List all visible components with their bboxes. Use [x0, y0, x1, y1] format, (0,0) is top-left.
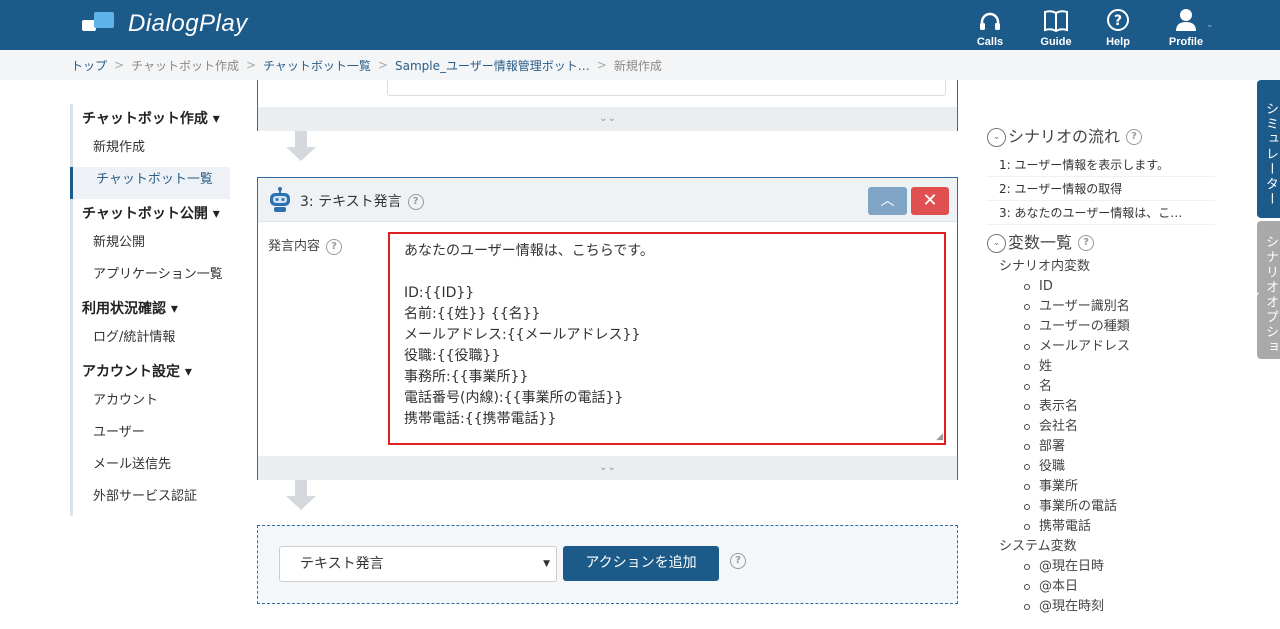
variable-item[interactable]: 事業所の電話 [987, 497, 1227, 517]
breadcrumb-current: 新規作成 [613, 58, 662, 73]
scenario-vars-label: シナリオ内変数 [999, 259, 1091, 274]
nav-help-label: Help [1106, 36, 1130, 48]
svg-text:?: ? [1114, 13, 1122, 29]
utterance-field-label: 発言内容? [268, 235, 343, 255]
collapse-chevron-icon[interactable]: ⌄ [987, 127, 1006, 147]
resize-handle-icon[interactable]: ◢ [936, 433, 943, 442]
sidebar-item-external-auth[interactable]: 外部サービス認証 [73, 484, 230, 516]
collapse-chevron-icon[interactable]: ⌄ [987, 233, 1006, 253]
sidebar-item-bot-list[interactable]: チャットボット一覧 [70, 167, 230, 199]
sidebar-item-mail[interactable]: メール送信先 [73, 452, 230, 484]
sidebar-item-new-publish[interactable]: 新規公開 [73, 230, 230, 262]
variable-item[interactable]: ユーザーの種類 [987, 317, 1227, 337]
scenario-options-tab[interactable]: シナリオオプション [1244, 221, 1280, 359]
help-icon: ? [1088, 6, 1148, 32]
sidebar-item-users[interactable]: ユーザー [73, 420, 230, 452]
help-icon[interactable]: ? [1126, 129, 1143, 145]
sidebar-item-account[interactable]: アカウント [73, 388, 230, 420]
flow-item[interactable]: 3: あなたのユーザー情報は、こ… [987, 201, 1215, 225]
variable-item[interactable]: 表示名 [987, 397, 1227, 417]
sidebar-item-app-list[interactable]: アプリケーション一覧 [73, 262, 230, 294]
sidebar-section-usage[interactable]: 利用状況確認 ▾ [73, 294, 230, 325]
system-vars-label: システム変数 [999, 539, 1077, 554]
sidebar-item-new[interactable]: 新規作成 [73, 135, 230, 167]
text-action-block: 3: テキスト発言? ︿ ✕ 発言内容? あなたのユーザー情報は、こちらです。 … [257, 177, 958, 480]
nav-guide-label: Guide [1040, 36, 1072, 48]
variable-item[interactable]: 携帯電話 [987, 517, 1227, 537]
variable-item[interactable]: 会社名 [987, 417, 1227, 437]
action-block-header: 3: テキスト発言? ︿ ✕ [258, 178, 957, 222]
logo-icon [82, 10, 116, 38]
action-block-title: 3: テキスト発言? [300, 191, 424, 211]
breadcrumb-top[interactable]: トップ [71, 57, 107, 74]
logo[interactable]: DialogPlay [82, 10, 248, 38]
action-type-select[interactable]: テキスト発言 ▼ [279, 546, 557, 582]
right-panel: ⌄ シナリオの流れ? 1: ユーザー情報を表示します。 2: ユーザー情報の取得 … [987, 125, 1227, 617]
sidebar-section-create[interactable]: チャットボット作成 ▾ [73, 104, 230, 135]
app-header: DialogPlay Calls Guide ? Help Profile ⌄ [0, 0, 1280, 50]
sidebar-section-publish[interactable]: チャットボット公開 ▾ [73, 199, 230, 230]
nav-help[interactable]: ? Help [1088, 6, 1148, 48]
add-action-block: テキスト発言 ▼ アクションを追加 ? [257, 525, 958, 604]
variable-item[interactable]: @本日 [987, 577, 1227, 597]
variable-item[interactable]: メールアドレス [987, 337, 1227, 357]
expand-chevron-icon[interactable]: ⌄⌄ [258, 456, 957, 480]
variable-item[interactable]: 部署 [987, 437, 1227, 457]
nav-calls-label: Calls [976, 36, 1004, 48]
variable-item[interactable]: 姓 [987, 357, 1227, 377]
variable-item[interactable]: @現在時刻 [987, 597, 1227, 617]
breadcrumb: トップ > チャットボット作成 > チャットボット一覧 > Sample_ユーザ… [0, 50, 1280, 80]
sidebar-item-logs[interactable]: ログ/統計情報 [73, 325, 230, 357]
breadcrumb-bot[interactable]: Sample_ユーザー情報管理ボット… [395, 57, 590, 74]
previous-action-block: ⌄⌄ [257, 80, 958, 131]
scenario-flow-heading[interactable]: ⌄ シナリオの流れ? [987, 125, 1227, 149]
flow-item[interactable]: 2: ユーザー情報の取得 [987, 177, 1215, 201]
delete-action-button[interactable]: ✕ [911, 187, 949, 215]
chevron-up-icon: ︿ [880, 193, 895, 209]
flow-item[interactable]: 1: ユーザー情報を表示します。 [987, 153, 1215, 177]
app-name: DialogPlay [128, 10, 248, 37]
flow-arrow-icon [286, 480, 316, 510]
variable-item[interactable]: ID [987, 277, 1227, 297]
variables-heading[interactable]: ⌄ 変数一覧? [987, 231, 1227, 255]
nav-guide[interactable]: Guide [1026, 6, 1086, 48]
breadcrumb-list[interactable]: チャットボット一覧 [263, 57, 371, 74]
sidebar-section-account[interactable]: アカウント設定 ▾ [73, 357, 230, 388]
dropdown-arrow-icon: ▼ [543, 559, 550, 569]
scenario-flow-list: 1: ユーザー情報を表示します。 2: ユーザー情報の取得 3: あなたのユーザ… [987, 153, 1227, 225]
profile-dropdown-icon[interactable]: ⌄ [1206, 20, 1214, 30]
variable-item[interactable]: ユーザー識別名 [987, 297, 1227, 317]
move-up-button[interactable]: ︿ [868, 187, 907, 215]
breadcrumb-create[interactable]: チャットボット作成 [131, 57, 239, 74]
nav-profile-label: Profile [1168, 36, 1204, 48]
variable-item[interactable]: @現在日時 [987, 557, 1227, 577]
help-icon[interactable]: ? [1078, 235, 1095, 251]
previous-action-field[interactable] [387, 80, 946, 96]
help-icon[interactable]: ? [407, 194, 424, 210]
variable-item[interactable]: 役職 [987, 457, 1227, 477]
add-action-button[interactable]: アクションを追加 [563, 546, 719, 581]
variable-item[interactable]: 名 [987, 377, 1227, 397]
close-icon: ✕ [922, 190, 938, 211]
robot-icon [268, 187, 292, 213]
help-icon[interactable]: ? [730, 553, 746, 569]
simulator-tab[interactable]: シミュレーター [1257, 80, 1280, 218]
expand-chevron-icon[interactable]: ⌄⌄ [258, 107, 957, 131]
variable-item[interactable]: 事業所 [987, 477, 1227, 497]
sidebar: チャットボット作成 ▾ 新規作成 チャットボット一覧 チャットボット公開 ▾ 新… [70, 104, 230, 516]
headset-icon [960, 6, 1020, 32]
utterance-textarea[interactable]: あなたのユーザー情報は、こちらです。 ID:{{ID}} 名前:{{姓}} {{… [388, 232, 946, 445]
book-icon [1026, 6, 1086, 32]
help-icon[interactable]: ? [326, 238, 343, 255]
nav-calls[interactable]: Calls [960, 6, 1020, 48]
flow-arrow-icon [286, 131, 316, 161]
